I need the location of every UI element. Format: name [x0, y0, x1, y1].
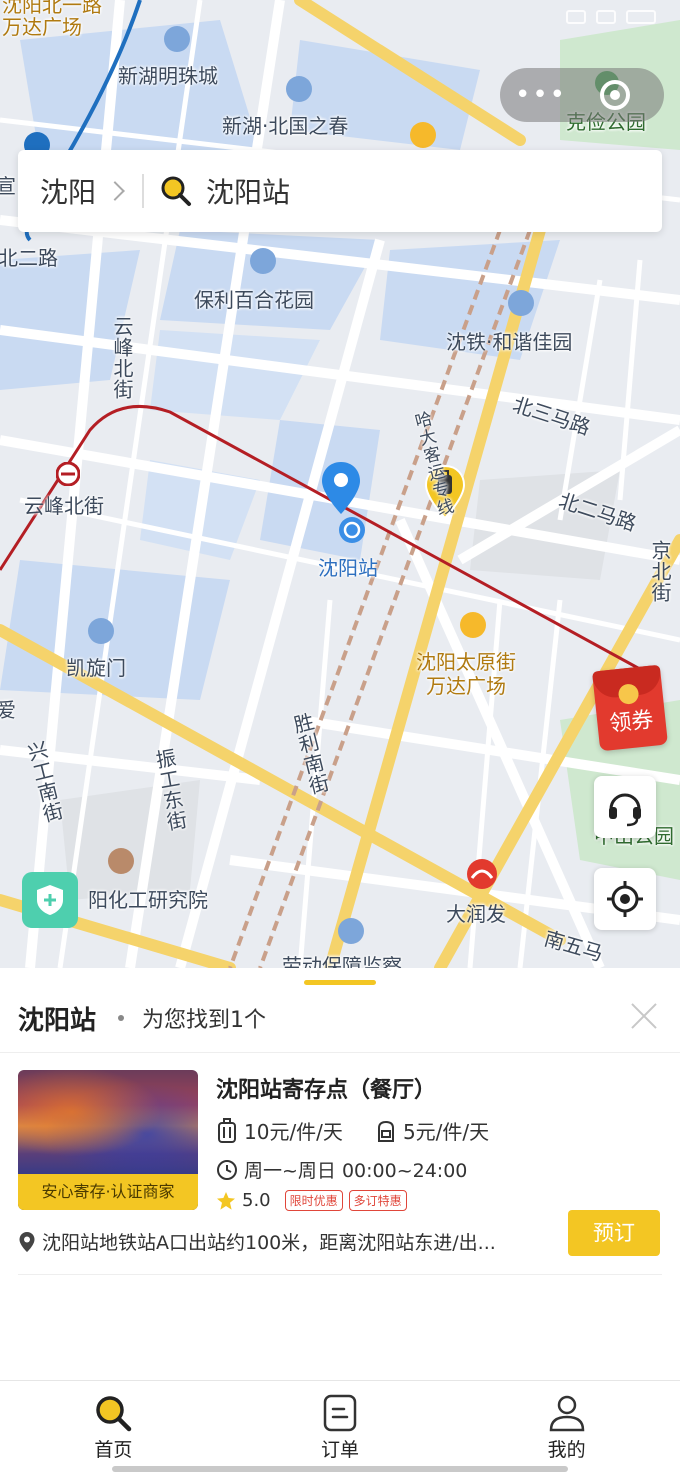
map-label-kaixuanmen: 凯旋门 [66, 656, 126, 680]
star-icon [217, 1191, 235, 1210]
map-label-xinhu-beiguo: 新湖·北国之春 [222, 114, 349, 138]
tab-orders[interactable]: 订单 [227, 1381, 454, 1474]
promo-tag: 多订特惠 [348, 1190, 407, 1211]
city-selector[interactable]: 沈阳 [18, 150, 125, 232]
divider [142, 174, 145, 208]
train-station-icon [339, 517, 365, 543]
sheet-drag-handle[interactable] [304, 980, 376, 985]
map-label-darunfa: 大润发 [446, 902, 506, 926]
coupon-button[interactable]: 领券 [592, 664, 668, 752]
city-name: 沈阳 [40, 176, 97, 209]
map-label-shentie: 沈铁·和谐佳园 [446, 330, 573, 354]
battery-icon [626, 10, 656, 24]
store-photo-image [18, 1070, 198, 1175]
close-miniprogram-icon[interactable] [600, 80, 630, 110]
promo-tag: 限时优惠 [284, 1190, 343, 1211]
tab-bar: 首页 订单 我的 [0, 1380, 680, 1474]
map-label-yunfeng-station: 云峰北街 [24, 494, 104, 518]
map-label-laodong: 劳动保障监察 [282, 954, 402, 968]
map-label-huagong: 阳化工研究院 [88, 888, 208, 912]
price-row: 10元/件/天 5元/件/天 [216, 1116, 489, 1145]
close-icon[interactable] [630, 1002, 658, 1030]
price-large-item: 10元/件/天 [244, 1120, 343, 1144]
tab-profile[interactable]: 我的 [453, 1381, 680, 1474]
rating-row: 5.0 限时优惠 多订特惠 [216, 1190, 413, 1211]
map-label-jingbei-jie: 京北街 [648, 540, 672, 603]
building-icon [508, 290, 534, 316]
tab-home[interactable]: 首页 [0, 1381, 227, 1474]
opening-hours: 周一~周日 00:00~24:00 [244, 1160, 468, 1182]
map-label-baoli: 保利百合花园 [194, 288, 314, 312]
user-icon [549, 1395, 584, 1432]
building-icon [250, 248, 276, 274]
certified-badge: 安心寄存·认证商家 [18, 1174, 198, 1210]
more-menu-button[interactable]: ••• [500, 68, 582, 122]
headset-icon [609, 793, 641, 827]
search-bar: 沈阳 沈阳站 [18, 150, 662, 232]
customer-service-button[interactable] [594, 776, 656, 838]
map-label-xinhu-mingzhu: 新湖明珠城 [118, 64, 218, 88]
status-bar [0, 0, 680, 40]
tab-label: 首页 [94, 1439, 133, 1461]
signal-icon [566, 10, 586, 24]
location-pin-icon[interactable] [320, 460, 362, 516]
crosshair-icon [607, 881, 643, 917]
suitcase-icon [218, 1117, 236, 1143]
locate-me-button[interactable] [594, 868, 656, 930]
dot-separator [118, 1015, 125, 1021]
price-small-item: 5元/件/天 [402, 1120, 490, 1144]
location-icon [19, 1231, 35, 1252]
search-input[interactable]: 沈阳站 [206, 171, 290, 211]
status-icons [566, 10, 656, 24]
chevron-right-icon [105, 181, 125, 201]
storage-result-card[interactable]: 安心寄存·认证商家 沈阳站寄存点（餐厅） 10元/件/天 5元/件/天 周一~周… [0, 1068, 680, 1258]
sheet-title: 沈阳站 [18, 1005, 97, 1036]
sheet-header: 沈阳站 为您找到1个 [18, 998, 266, 1038]
book-button[interactable]: 预订 [568, 1210, 660, 1256]
coupon-label: 领券 [608, 707, 655, 738]
wifi-icon [596, 10, 616, 24]
map-label-beier-road: 北二路 [0, 246, 58, 270]
result-count: 为您找到1个 [142, 1008, 267, 1033]
map-view[interactable]: 沈阳北一路 万达广场 新湖明珠城 新湖·北国之春 克俭公园 宣 北二路 保利百合… [0, 0, 680, 968]
map-label-wanda-taiyuan: 沈阳太原街 万达广场 [416, 650, 516, 698]
store-name: 沈阳站寄存点（餐厅） [216, 1078, 437, 1103]
store-address: 沈阳站地铁站A口出站约100米，距离沈阳站东进/出... [42, 1232, 496, 1254]
rating-value: 5.0 [242, 1190, 271, 1211]
map-label-shenyang-station: 沈阳站 [318, 556, 378, 580]
safety-shield-button[interactable] [22, 872, 78, 928]
shopping-icon [410, 122, 436, 148]
map-label-yunfeng-road: 云峰北街 [110, 316, 134, 400]
map-label-ai: 爱 [0, 698, 16, 722]
order-icon [323, 1394, 357, 1432]
shopping-icon [460, 612, 486, 638]
home-indicator[interactable] [112, 1466, 568, 1472]
tab-label: 我的 [547, 1439, 586, 1461]
address-row: 沈阳站地铁站A口出站约100米，距离沈阳站东进/出... [18, 1228, 538, 1255]
search-icon [96, 1396, 132, 1432]
clock-icon [217, 1159, 237, 1180]
institute-icon [108, 848, 134, 874]
backpack-icon [377, 1120, 394, 1142]
results-sheet: 沈阳站 为您找到1个 安心寄存·认证商家 沈阳站寄存点（餐厅） 10元/件/天 … [0, 968, 680, 1380]
miniprogram-capsule: ••• [500, 68, 664, 122]
divider [0, 1052, 680, 1053]
divider [18, 1274, 662, 1275]
building-icon [286, 76, 312, 102]
building-icon [88, 618, 114, 644]
map-label-xuan: 宣 [0, 174, 16, 198]
metro-station-icon [56, 462, 80, 486]
search-icon [161, 176, 192, 206]
supermarket-icon [467, 859, 497, 889]
building-icon [338, 918, 364, 944]
hours-row: 周一~周日 00:00~24:00 [216, 1156, 467, 1183]
store-photo: 安心寄存·认证商家 [18, 1070, 198, 1210]
shield-plus-icon [37, 885, 63, 915]
tab-label: 订单 [321, 1439, 360, 1461]
